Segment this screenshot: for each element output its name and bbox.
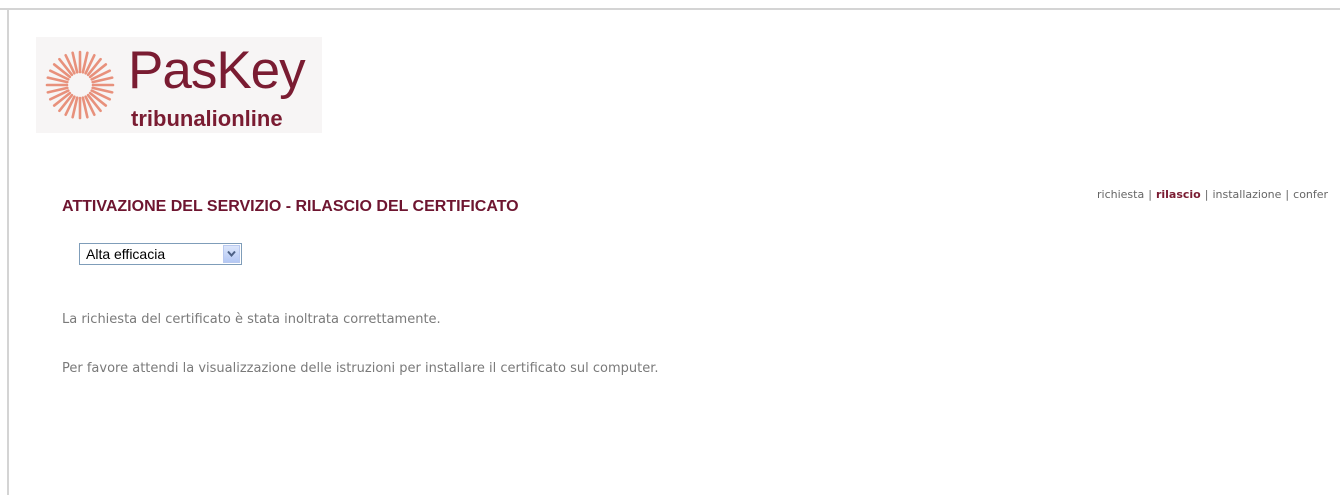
step-conferma[interactable]: confer [1293, 188, 1328, 201]
step-rilascio[interactable]: rilascio [1156, 188, 1201, 201]
step-installazione[interactable]: installazione [1212, 188, 1281, 201]
sunburst-logo-icon [45, 50, 115, 120]
step-separator: | [1285, 188, 1290, 201]
instruction-message: Per favore attendi la visualizzazione de… [62, 361, 659, 376]
page-title: ATTIVAZIONE DEL SERVIZIO - RILASCIO DEL … [62, 198, 519, 215]
paskey-logo: PasKey tribunalionline [36, 37, 322, 133]
step-separator: | [1204, 188, 1209, 201]
dropdown-button[interactable] [223, 245, 240, 263]
success-message: La richiesta del certificato è stata ino… [62, 312, 441, 327]
window-left-border [7, 8, 9, 495]
window-top-border [0, 0, 1340, 10]
security-level-select[interactable]: Alta efficacia [79, 243, 242, 265]
select-value: Alta efficacia [86, 246, 166, 262]
step-separator: | [1148, 188, 1152, 201]
logo-subtitle: tribunalionline [131, 106, 283, 131]
step-navigation: richiesta | rilascio | installazione | confer [1097, 188, 1328, 201]
logo-title: PasKey [128, 41, 306, 100]
chevron-down-icon [227, 250, 236, 258]
step-richiesta[interactable]: richiesta [1097, 188, 1144, 201]
